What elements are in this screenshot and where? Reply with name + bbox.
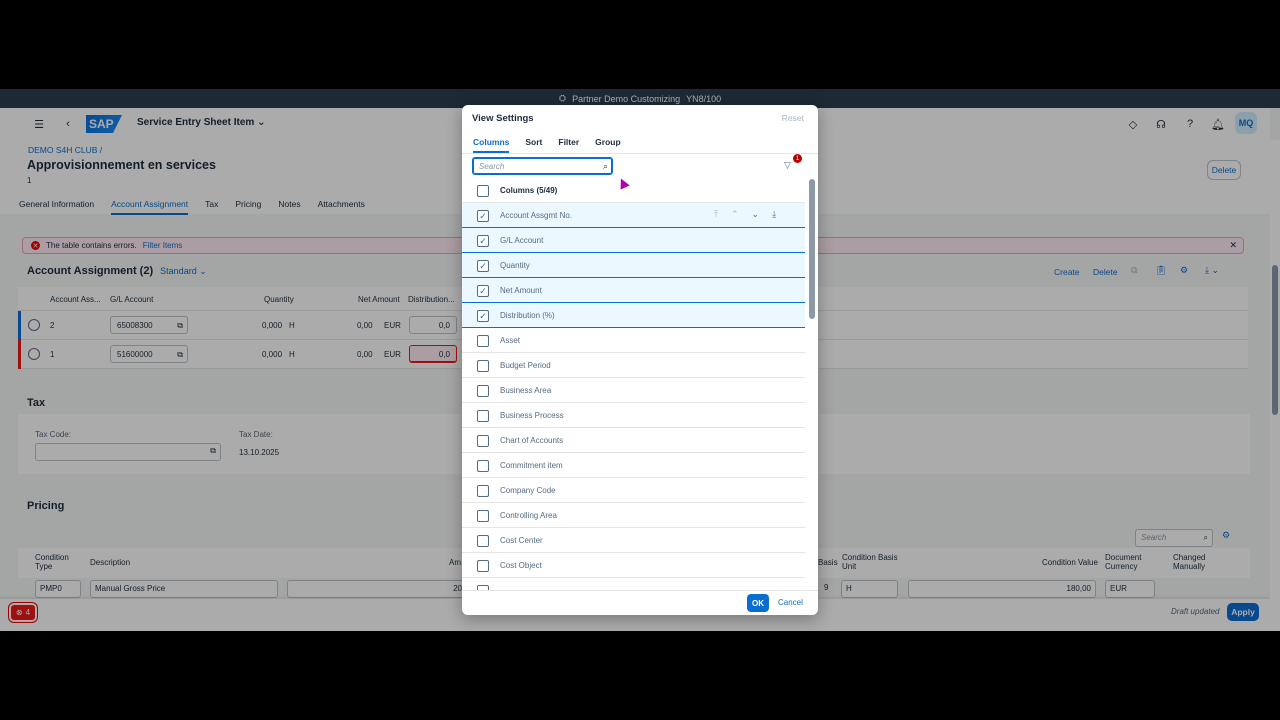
- column-label: Account Assgmt No.: [500, 211, 573, 220]
- list-item[interactable]: Business Process: [462, 403, 805, 428]
- list-item[interactable]: ✓ Account Assgmt No. ⤒ ⌃ ⌄ ⤓: [462, 203, 805, 228]
- checkbox-checked[interactable]: ✓: [477, 310, 489, 322]
- scrollbar-thumb[interactable]: [809, 179, 815, 319]
- checkbox[interactable]: [477, 335, 489, 347]
- checkbox-checked[interactable]: ✓: [477, 235, 489, 247]
- cancel-button[interactable]: Cancel: [778, 598, 803, 607]
- checkbox[interactable]: [477, 410, 489, 422]
- list-item[interactable]: Business Area: [462, 378, 805, 403]
- list-item[interactable]: ✓ Distribution (%): [462, 303, 805, 328]
- search-icon[interactable]: ⌕: [603, 161, 608, 172]
- column-label: Distribution (%): [500, 311, 555, 320]
- divider: [462, 153, 818, 154]
- checkbox-checked[interactable]: ✓: [477, 285, 489, 297]
- column-label: Cost Center: [500, 536, 543, 545]
- checkbox[interactable]: [477, 510, 489, 522]
- list-item[interactable]: Chart of Accounts: [462, 428, 805, 453]
- dialog-title: View Settings: [472, 113, 534, 124]
- checkbox[interactable]: [477, 560, 489, 572]
- list-item[interactable]: ✓ Net Amount: [462, 278, 805, 303]
- tab-sort[interactable]: Sort: [525, 137, 542, 153]
- checkbox[interactable]: [477, 385, 489, 397]
- ok-button[interactable]: OK: [747, 594, 769, 612]
- view-settings-dialog: View Settings Reset Columns Sort Filter …: [462, 105, 818, 615]
- move-up-icon[interactable]: ⌃: [731, 209, 739, 220]
- list-item[interactable]: ✓ G/L Account: [462, 228, 805, 253]
- tab-group[interactable]: Group: [595, 137, 621, 153]
- tab-columns[interactable]: Columns: [473, 137, 510, 153]
- list-item[interactable]: Commitment item: [462, 453, 805, 478]
- checkbox[interactable]: [477, 360, 489, 372]
- checkbox[interactable]: [477, 535, 489, 547]
- list-item[interactable]: Cost Center: [462, 528, 805, 553]
- filter-badge: 1: [793, 154, 802, 163]
- checkbox[interactable]: [477, 460, 489, 472]
- column-label: Controlling Area: [500, 511, 557, 520]
- dialog-tabs: Columns Sort Filter Group: [473, 137, 621, 153]
- list-item[interactable]: Controlling Area: [462, 503, 805, 528]
- dialog-footer: OK Cancel: [462, 590, 818, 615]
- column-search-input[interactable]: Search ⌕: [472, 157, 613, 175]
- column-label: Cost Object: [500, 561, 542, 570]
- columns-count-label: Columns (5/49): [500, 186, 558, 195]
- column-label: Asset: [500, 336, 521, 345]
- list-item[interactable]: Asset: [462, 328, 805, 353]
- tab-filter[interactable]: Filter: [558, 137, 579, 153]
- column-label: Budget Period: [500, 361, 551, 370]
- reorder-controls: ⤒ ⌃ ⌄ ⤓: [714, 209, 776, 220]
- move-down-icon[interactable]: ⌄: [752, 209, 760, 220]
- select-all-row[interactable]: Columns (5/49): [462, 178, 805, 203]
- reset-button[interactable]: Reset: [782, 113, 804, 123]
- list-item[interactable]: Company Code: [462, 478, 805, 503]
- checkbox-checked[interactable]: ✓: [477, 260, 489, 272]
- column-label: Quantity: [500, 261, 530, 270]
- checkbox[interactable]: [477, 435, 489, 447]
- column-label: Commitment item: [500, 461, 563, 470]
- column-label: Business Process: [500, 411, 564, 420]
- list-item[interactable]: Cost Object: [462, 553, 805, 578]
- app-screen: ⛭ Partner Demo Customizing YN8/100 ☰ ‹ S…: [0, 89, 1280, 631]
- list-item[interactable]: ✓ Quantity: [462, 253, 805, 278]
- column-label: Business Area: [500, 386, 552, 395]
- column-label: Company Code: [500, 486, 556, 495]
- filter-icon[interactable]: ▽: [784, 160, 791, 171]
- select-all-checkbox[interactable]: [477, 185, 489, 197]
- column-label: Net Amount: [500, 286, 542, 295]
- column-label: G/L Account: [500, 236, 544, 245]
- move-bottom-icon[interactable]: ⤓: [772, 209, 776, 220]
- dialog-scrollbar[interactable]: [808, 167, 816, 587]
- list-item[interactable]: Budget Period: [462, 353, 805, 378]
- move-top-icon[interactable]: ⤒: [714, 209, 718, 220]
- column-list: Columns (5/49) ✓ Account Assgmt No. ⤒ ⌃ …: [462, 178, 805, 591]
- column-label: Chart of Accounts: [500, 436, 564, 445]
- checkbox[interactable]: [477, 485, 489, 497]
- checkbox-checked[interactable]: ✓: [477, 210, 489, 222]
